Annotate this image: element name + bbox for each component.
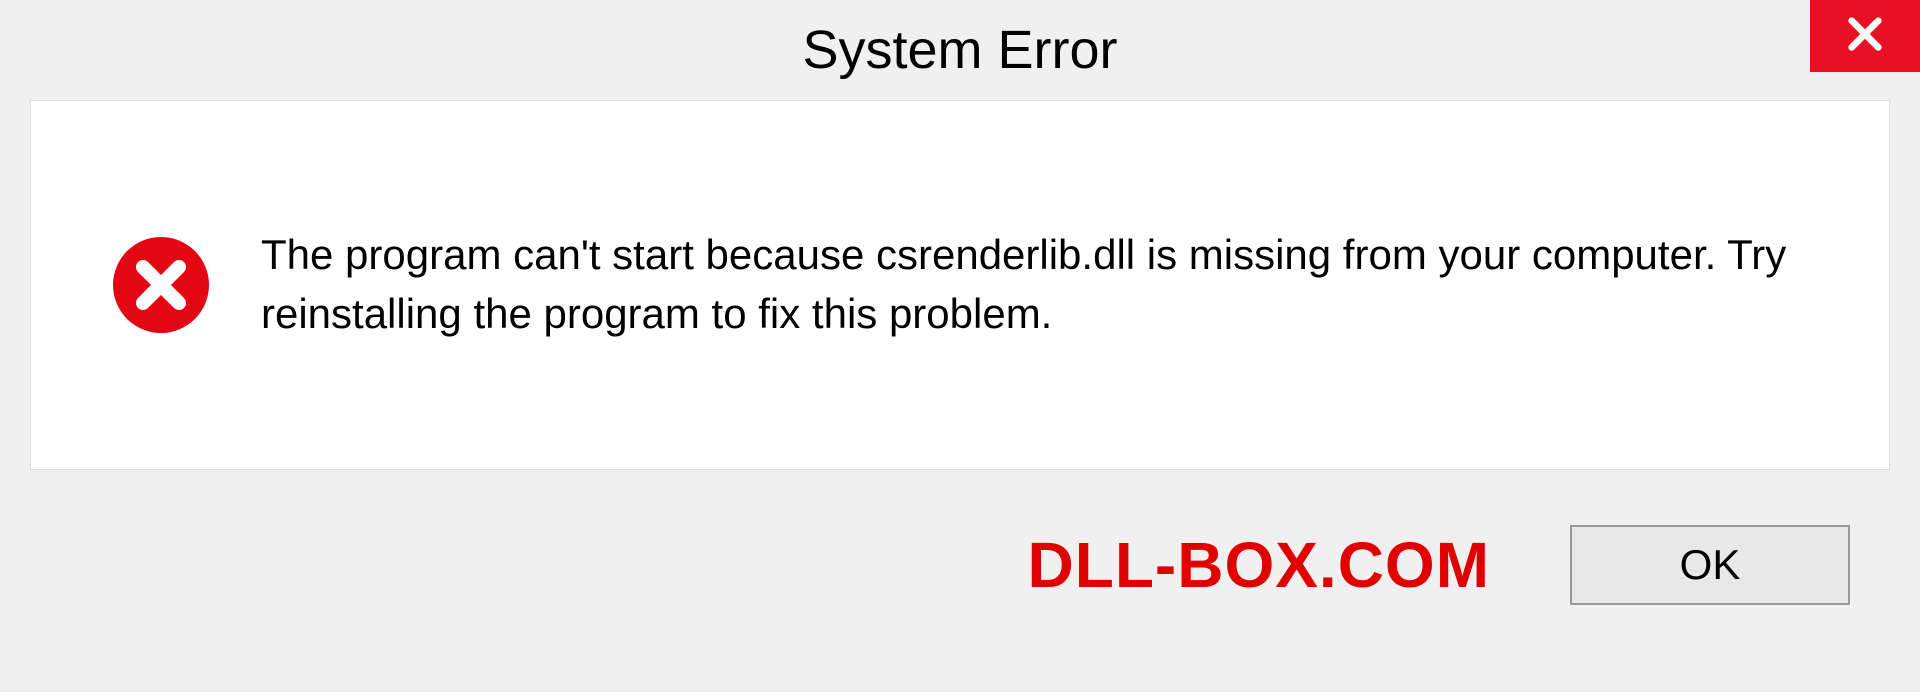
content-area: The program can't start because csrender… xyxy=(30,100,1890,470)
ok-button-label: OK xyxy=(1680,541,1741,589)
error-dialog: System Error The program can't start bec… xyxy=(0,0,1920,692)
dialog-title: System Error xyxy=(802,19,1117,81)
dialog-footer: DLL-BOX.COM OK xyxy=(30,470,1890,660)
title-bar: System Error xyxy=(0,0,1920,100)
error-icon xyxy=(111,235,211,335)
error-message: The program can't start because csrender… xyxy=(261,226,1809,344)
brand-text: DLL-BOX.COM xyxy=(1028,528,1491,602)
ok-button[interactable]: OK xyxy=(1570,525,1850,605)
close-button[interactable] xyxy=(1810,0,1920,72)
close-icon xyxy=(1845,14,1885,59)
